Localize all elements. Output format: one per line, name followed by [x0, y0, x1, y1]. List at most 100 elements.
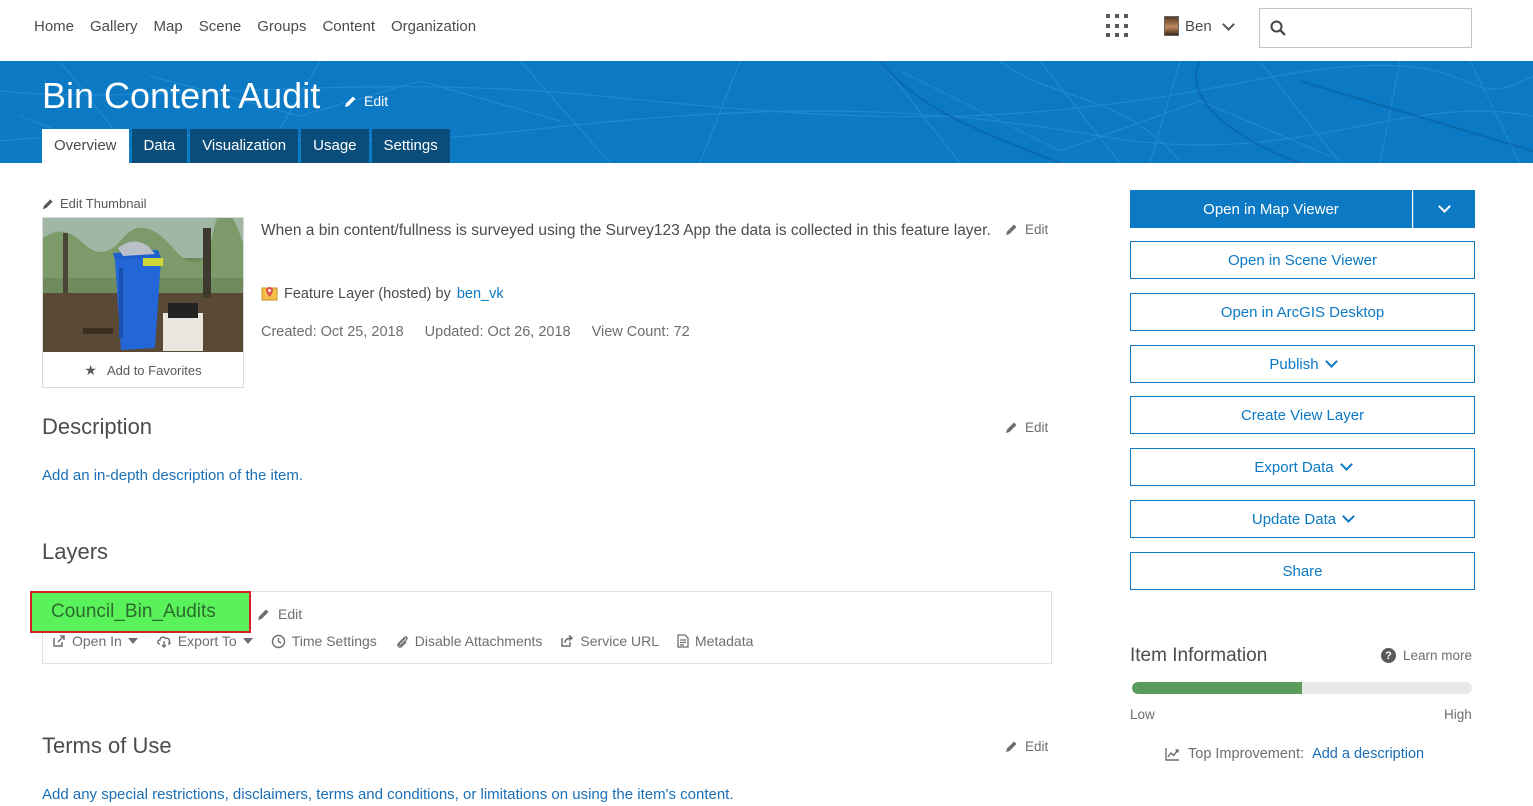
- open-in-map-viewer-label: Open in Map Viewer: [1203, 200, 1339, 218]
- terms-heading: Terms of Use: [42, 733, 172, 758]
- top-improvement-link[interactable]: Add a description: [1312, 746, 1424, 762]
- item-type-line: Feature Layer (hosted) by ben_vk: [261, 285, 504, 302]
- share-button[interactable]: Share: [1130, 552, 1475, 590]
- terms-edit-label: Edit: [1025, 739, 1049, 754]
- nav-groups[interactable]: Groups: [257, 18, 306, 35]
- layers-heading: Layers: [42, 539, 109, 564]
- terms-edit-button[interactable]: Edit: [1005, 739, 1048, 754]
- nav-home[interactable]: Home: [34, 18, 74, 35]
- progress-low-label: Low: [1130, 707, 1155, 722]
- document-icon: [677, 634, 689, 648]
- edit-thumbnail-label: Edit Thumbnail: [60, 196, 147, 211]
- owner-link[interactable]: ben_vk: [457, 286, 504, 302]
- search-input[interactable]: [1296, 17, 1464, 39]
- star-icon: ★: [84, 361, 97, 378]
- open-external-icon: [53, 635, 65, 647]
- tab-usage[interactable]: Usage: [301, 129, 369, 163]
- title-edit-label: Edit: [364, 93, 389, 109]
- add-to-favorites-button[interactable]: ★ Add to Favorites: [43, 352, 243, 388]
- open-in-menu[interactable]: Open In: [52, 633, 138, 649]
- item-header-banner: Bin Content Audit Edit Overview Data Vis…: [0, 61, 1533, 163]
- tab-settings[interactable]: Settings: [371, 129, 450, 163]
- nav-map[interactable]: Map: [154, 18, 183, 35]
- help-icon: ?: [1381, 648, 1396, 663]
- share-link-icon: [561, 634, 574, 647]
- item-thumbnail: [43, 218, 243, 352]
- export-to-label: Export To: [177, 633, 237, 649]
- top-improvement-label: Top Improvement:: [1188, 746, 1305, 762]
- layer-edit-button[interactable]: Edit: [257, 606, 302, 622]
- progress-fill: [1132, 682, 1302, 694]
- map-viewer-dropdown-toggle[interactable]: [1413, 190, 1475, 228]
- add-description-link[interactable]: Add an in-depth description of the item.: [42, 467, 303, 484]
- open-in-arcgis-desktop-label: Open in ArcGIS Desktop: [1220, 303, 1385, 321]
- layer-name[interactable]: Council_Bin_Audits: [30, 591, 251, 633]
- disable-attachments-label: Disable Attachments: [414, 633, 543, 649]
- pencil-icon: [345, 96, 356, 107]
- pencil-icon: [1006, 741, 1017, 752]
- nav-scene[interactable]: Scene: [199, 18, 242, 35]
- add-to-favorites-label: Add to Favorites: [106, 362, 202, 378]
- chevron-down-icon: [1438, 200, 1451, 213]
- update-data-button[interactable]: Update Data: [1130, 500, 1475, 538]
- service-url-button[interactable]: Service URL: [560, 633, 659, 649]
- nav-links: Home Gallery Map Scene Groups Content Or…: [34, 18, 476, 35]
- open-in-map-viewer-button[interactable]: Open in Map Viewer: [1130, 190, 1412, 228]
- avatar: [1164, 16, 1179, 36]
- nav-organization[interactable]: Organization: [391, 18, 476, 35]
- publish-label: Publish: [1269, 355, 1319, 373]
- pencil-icon: [1006, 422, 1017, 433]
- top-improvement: Top Improvement: Add a description: [1165, 746, 1424, 762]
- export-data-button[interactable]: Export Data: [1130, 448, 1475, 486]
- export-data-label: Export Data: [1254, 458, 1334, 476]
- nav-gallery[interactable]: Gallery: [90, 18, 138, 35]
- disable-attachments-button[interactable]: Disable Attachments: [395, 633, 543, 649]
- item-tabs: Overview Data Visualization Usage Settin…: [42, 129, 450, 163]
- pencil-icon: [1006, 224, 1017, 235]
- open-in-scene-viewer-button[interactable]: Open in Scene Viewer: [1130, 241, 1475, 279]
- thumbnail-card: ★ Add to Favorites: [42, 217, 244, 388]
- search-icon: [1270, 20, 1286, 36]
- create-view-layer-button[interactable]: Create View Layer: [1130, 396, 1475, 434]
- time-settings-label: Time Settings: [291, 633, 377, 649]
- tab-data[interactable]: Data: [131, 129, 188, 163]
- export-to-menu[interactable]: Export To: [156, 633, 253, 649]
- learn-more-link[interactable]: ? Learn more: [1381, 648, 1472, 663]
- user-menu[interactable]: Ben: [1164, 16, 1235, 36]
- item-type-text: Feature Layer (hosted) by: [284, 285, 451, 302]
- share-label: Share: [1282, 562, 1323, 580]
- paperclip-icon: [396, 635, 408, 648]
- description-edit-button[interactable]: Edit: [1005, 420, 1048, 435]
- open-in-label: Open In: [72, 633, 122, 649]
- item-dates: Created: Oct 25, 2018 Updated: Oct 26, 2…: [261, 324, 690, 340]
- nav-content[interactable]: Content: [322, 18, 375, 35]
- app-launcher-icon[interactable]: [1106, 14, 1130, 38]
- description-heading: Description: [42, 414, 153, 439]
- clock-icon: [271, 634, 285, 648]
- tab-visualization[interactable]: Visualization: [190, 129, 299, 163]
- layer-actions: Open In Export To Time Settings Disable …: [52, 633, 753, 649]
- summary-edit-button[interactable]: Edit: [1005, 222, 1048, 237]
- title-edit-button[interactable]: Edit: [344, 93, 388, 109]
- tab-overview[interactable]: Overview: [42, 129, 129, 163]
- service-url-label: Service URL: [580, 633, 660, 649]
- open-in-arcgis-desktop-button[interactable]: Open in ArcGIS Desktop: [1130, 293, 1475, 331]
- user-name: Ben: [1185, 17, 1212, 35]
- feature-layer-icon: [261, 287, 278, 301]
- time-settings-button[interactable]: Time Settings: [271, 633, 377, 649]
- metadata-button[interactable]: Metadata: [677, 633, 753, 649]
- trend-chart-icon: [1165, 748, 1179, 761]
- edit-thumbnail-button[interactable]: Edit Thumbnail: [42, 196, 146, 211]
- add-terms-link[interactable]: Add any special restrictions, disclaimer…: [42, 786, 734, 803]
- cloud-download-icon: [156, 636, 171, 648]
- progress-high-label: High: [1444, 707, 1472, 722]
- metadata-label: Metadata: [695, 633, 754, 649]
- chevron-down-icon: [1339, 458, 1353, 471]
- caret-down-icon: [242, 638, 253, 644]
- top-navigation: Home Gallery Map Scene Groups Content Or…: [0, 0, 1533, 61]
- pencil-icon: [258, 609, 269, 620]
- summary-edit-label: Edit: [1025, 222, 1049, 237]
- updated-date: Updated: Oct 26, 2018: [424, 324, 571, 340]
- caret-down-icon: [127, 638, 138, 644]
- publish-button[interactable]: Publish: [1130, 345, 1475, 383]
